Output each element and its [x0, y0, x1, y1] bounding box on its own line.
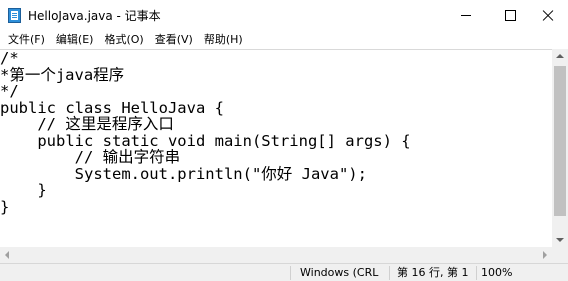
status-divider — [389, 266, 390, 280]
code-line: System.out.println("你好 Java"); — [0, 164, 367, 183]
menu-format[interactable]: 格式(O) — [98, 30, 148, 49]
menu-file[interactable]: 文件(F) — [0, 30, 50, 49]
maximize-icon — [504, 9, 516, 21]
status-position: 第 16 行, 第 1 — [397, 266, 469, 279]
horizontal-scrollbar[interactable] — [0, 247, 568, 263]
code-line: */ — [0, 82, 19, 100]
scroll-up-icon[interactable] — [556, 54, 564, 58]
scroll-right-icon[interactable] — [543, 251, 547, 259]
vertical-scrollbar[interactable] — [552, 49, 568, 247]
code-line: // 输出字符串 — [0, 148, 181, 166]
code-line: *第一个java程序 — [0, 65, 125, 84]
menu-help[interactable]: 帮助(H) — [198, 30, 248, 49]
code-line: /* — [0, 49, 19, 67]
minimize-icon — [461, 14, 471, 16]
menu-edit[interactable]: 编辑(E) — [50, 30, 99, 49]
code-line: public class HelloJava { — [0, 98, 224, 117]
status-zoom: 100% — [481, 266, 513, 279]
title-bar[interactable]: HelloJava.java - 记事本 — [0, 0, 568, 30]
scroll-down-icon[interactable] — [556, 238, 564, 242]
menu-view[interactable]: 查看(V) — [149, 30, 198, 49]
window-title: HelloJava.java - 记事本 — [28, 9, 161, 23]
status-encoding: Windows (CRL — [300, 266, 379, 279]
close-button[interactable] — [526, 0, 568, 30]
code-line: } — [0, 197, 10, 216]
notepad-app-icon[interactable] — [8, 8, 21, 23]
code-line: // 这里是程序入口 — [0, 115, 174, 133]
vertical-scroll-thumb[interactable] — [554, 66, 566, 216]
scroll-left-icon[interactable] — [5, 251, 9, 259]
minimize-button[interactable] — [444, 0, 488, 30]
menu-bar: 文件(F) 编辑(E) 格式(O) 查看(V) 帮助(H) — [0, 30, 568, 49]
status-divider — [290, 266, 291, 280]
status-divider — [476, 266, 477, 280]
text-editor-area[interactable]: /* *第一个java程序 */ public class HelloJava … — [0, 49, 552, 247]
code-line: public static void main(String[] args) { — [0, 131, 411, 150]
status-bar: Windows (CRL 第 16 行, 第 1 100% — [0, 263, 568, 281]
close-icon — [542, 9, 554, 21]
code-line: } — [0, 181, 47, 199]
